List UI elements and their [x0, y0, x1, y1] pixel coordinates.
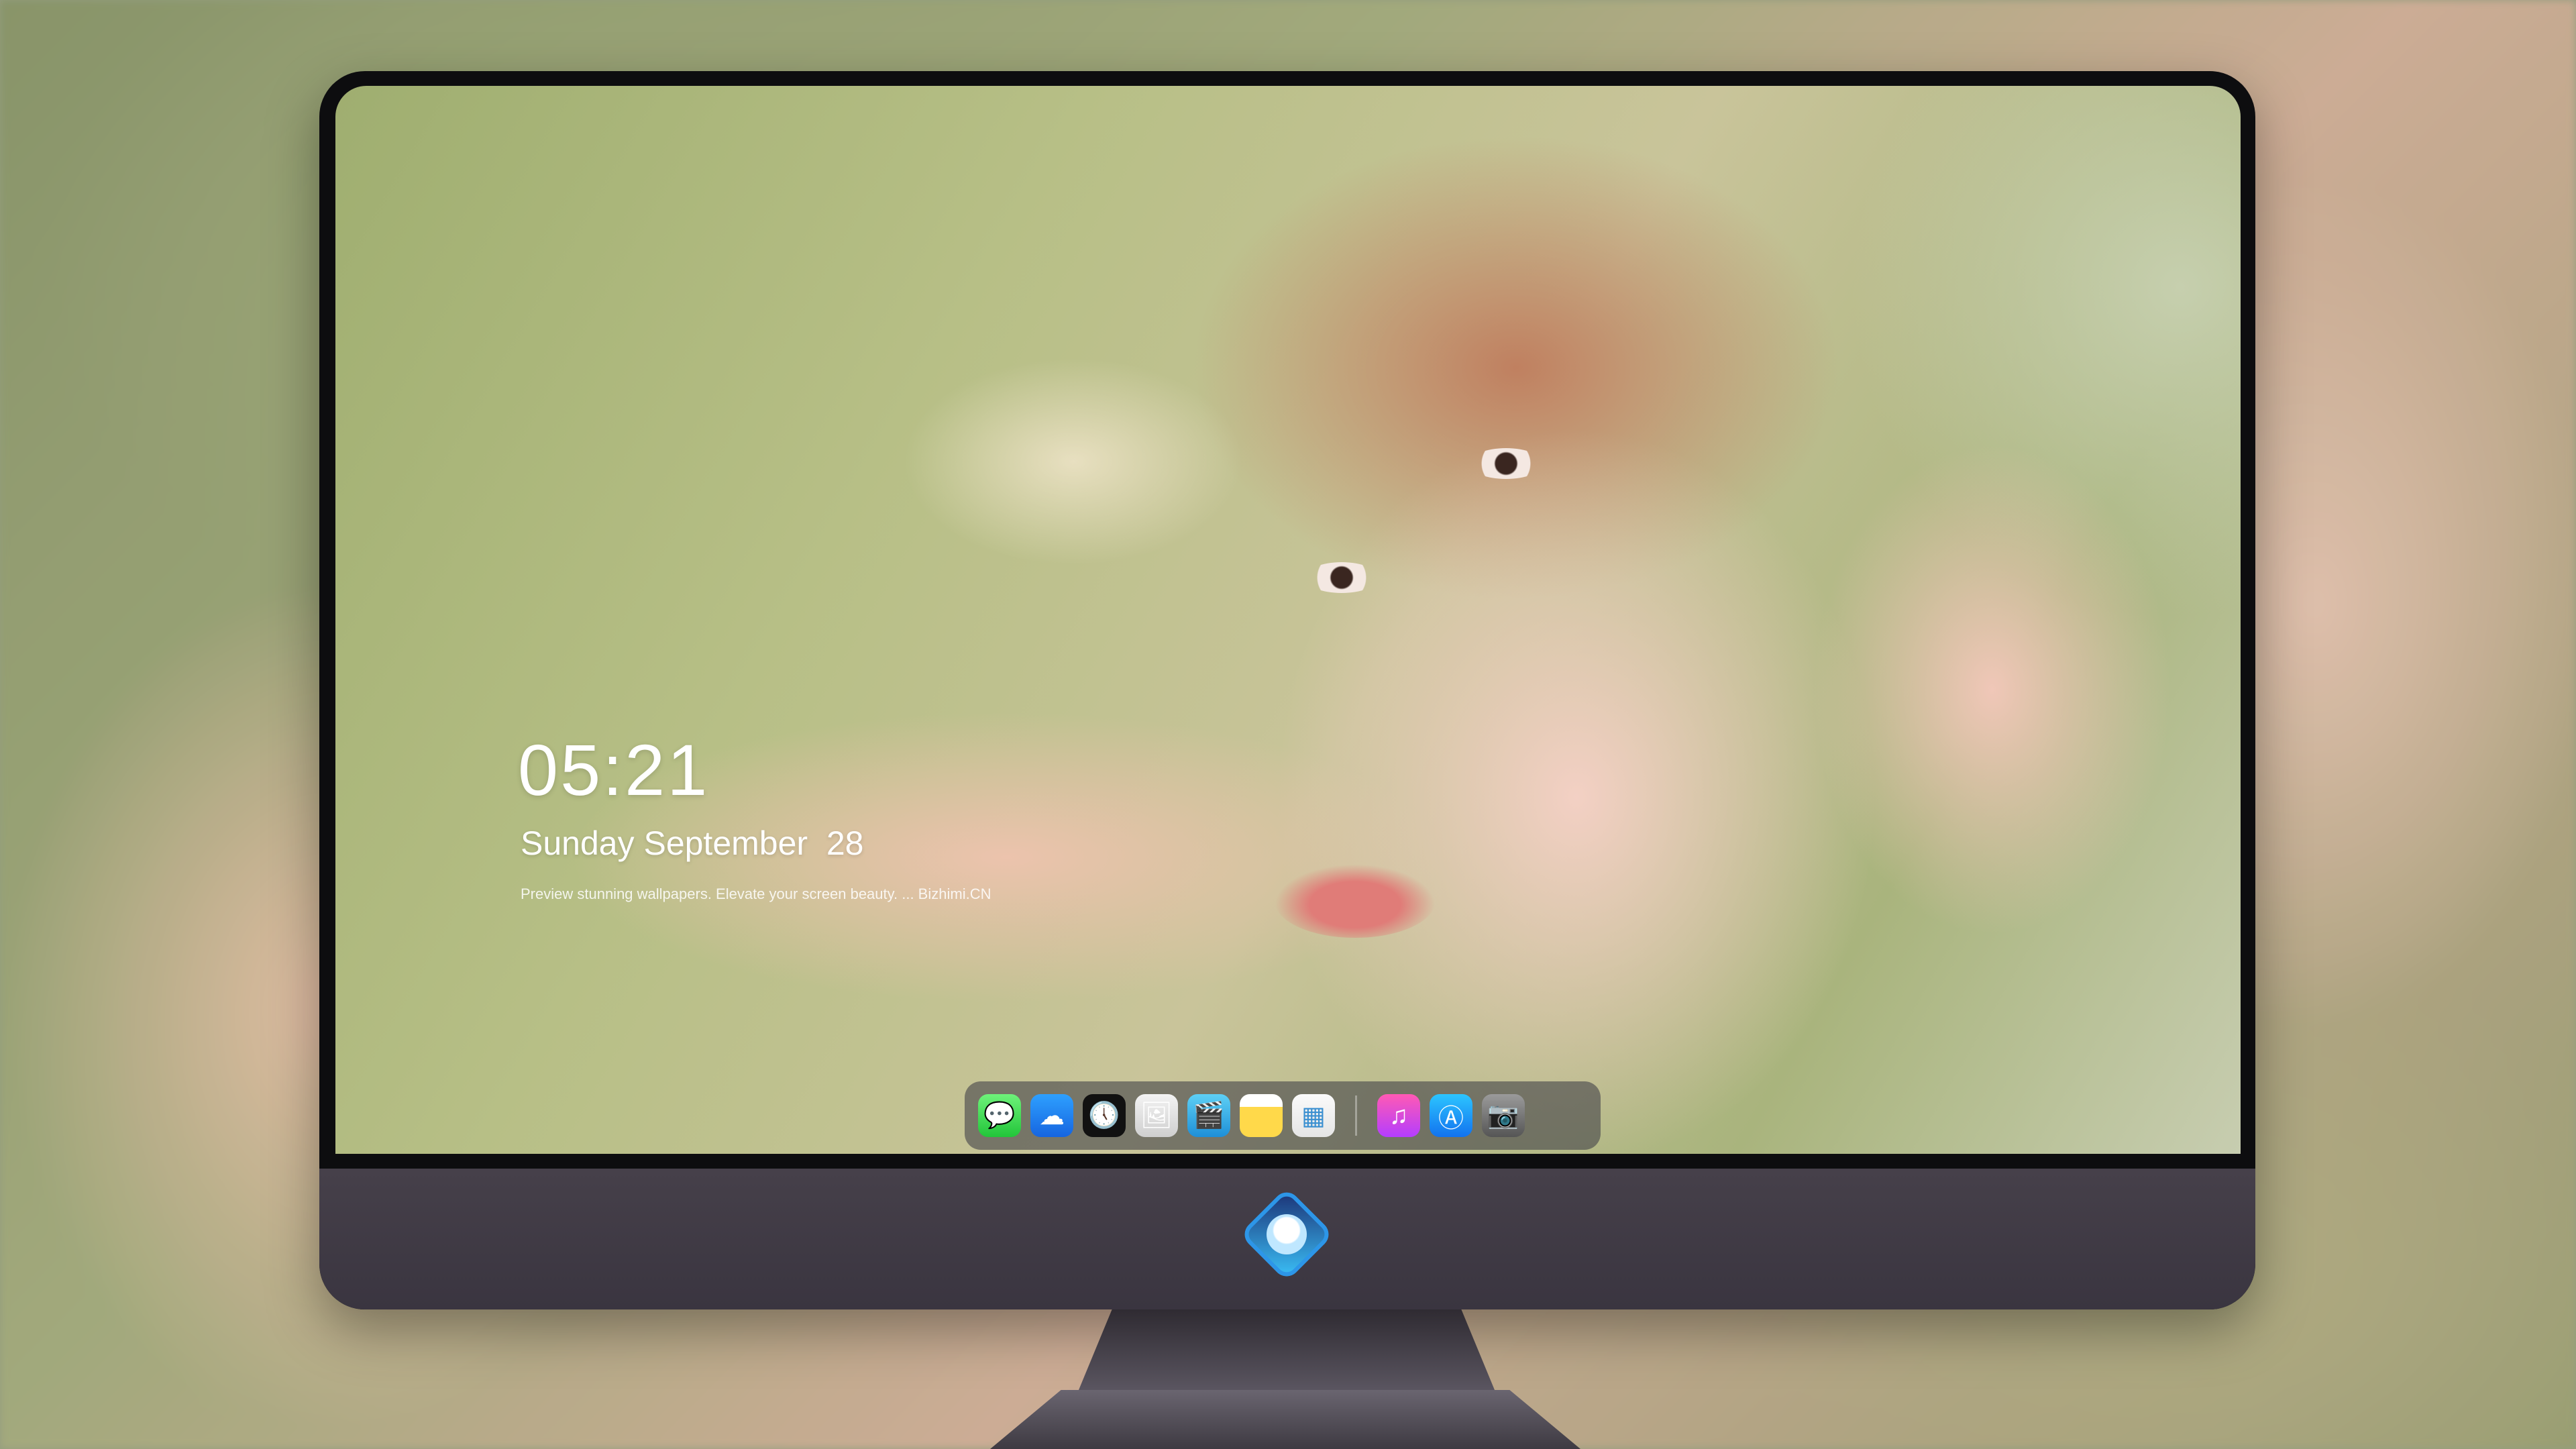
wallpaper-lips	[1275, 864, 1436, 938]
camera-icon[interactable]: 📷	[1482, 1094, 1525, 1137]
messages-icon[interactable]: 💬	[978, 1094, 1021, 1137]
dock: 💬 ☁ 🕔 🖼 🎬 ▦ ♫ Ⓐ 📷	[965, 1081, 1601, 1150]
brand-mascot-icon	[1267, 1214, 1307, 1254]
claquette-icon[interactable]: 🎬	[1187, 1094, 1230, 1137]
monitor-stand-neck	[1079, 1309, 1495, 1390]
dock-separator	[1355, 1095, 1357, 1136]
lock-screen-tagline: Preview stunning wallpapers. Elevate you…	[521, 885, 991, 902]
photos-icon[interactable]: ▦	[1292, 1094, 1335, 1137]
notes-icon[interactable]	[1240, 1094, 1283, 1137]
wallpaper-eye-left	[1305, 562, 1379, 593]
app-store-icon[interactable]: Ⓐ	[1430, 1094, 1472, 1137]
monitor-stand-base	[990, 1390, 1580, 1449]
itunes-icon[interactable]: ♫	[1377, 1094, 1420, 1137]
lock-screen-wallpaper	[335, 86, 2241, 1154]
weather-icon[interactable]: ☁	[1030, 1094, 1073, 1137]
clock-icon[interactable]: 🕔	[1083, 1094, 1126, 1137]
preview-icon[interactable]: 🖼	[1135, 1094, 1178, 1137]
lock-screen-date: Sunday September 28	[521, 824, 864, 862]
wallpaper-eye-right	[1469, 448, 1543, 479]
lock-screen-time: 05:21	[518, 729, 710, 810]
